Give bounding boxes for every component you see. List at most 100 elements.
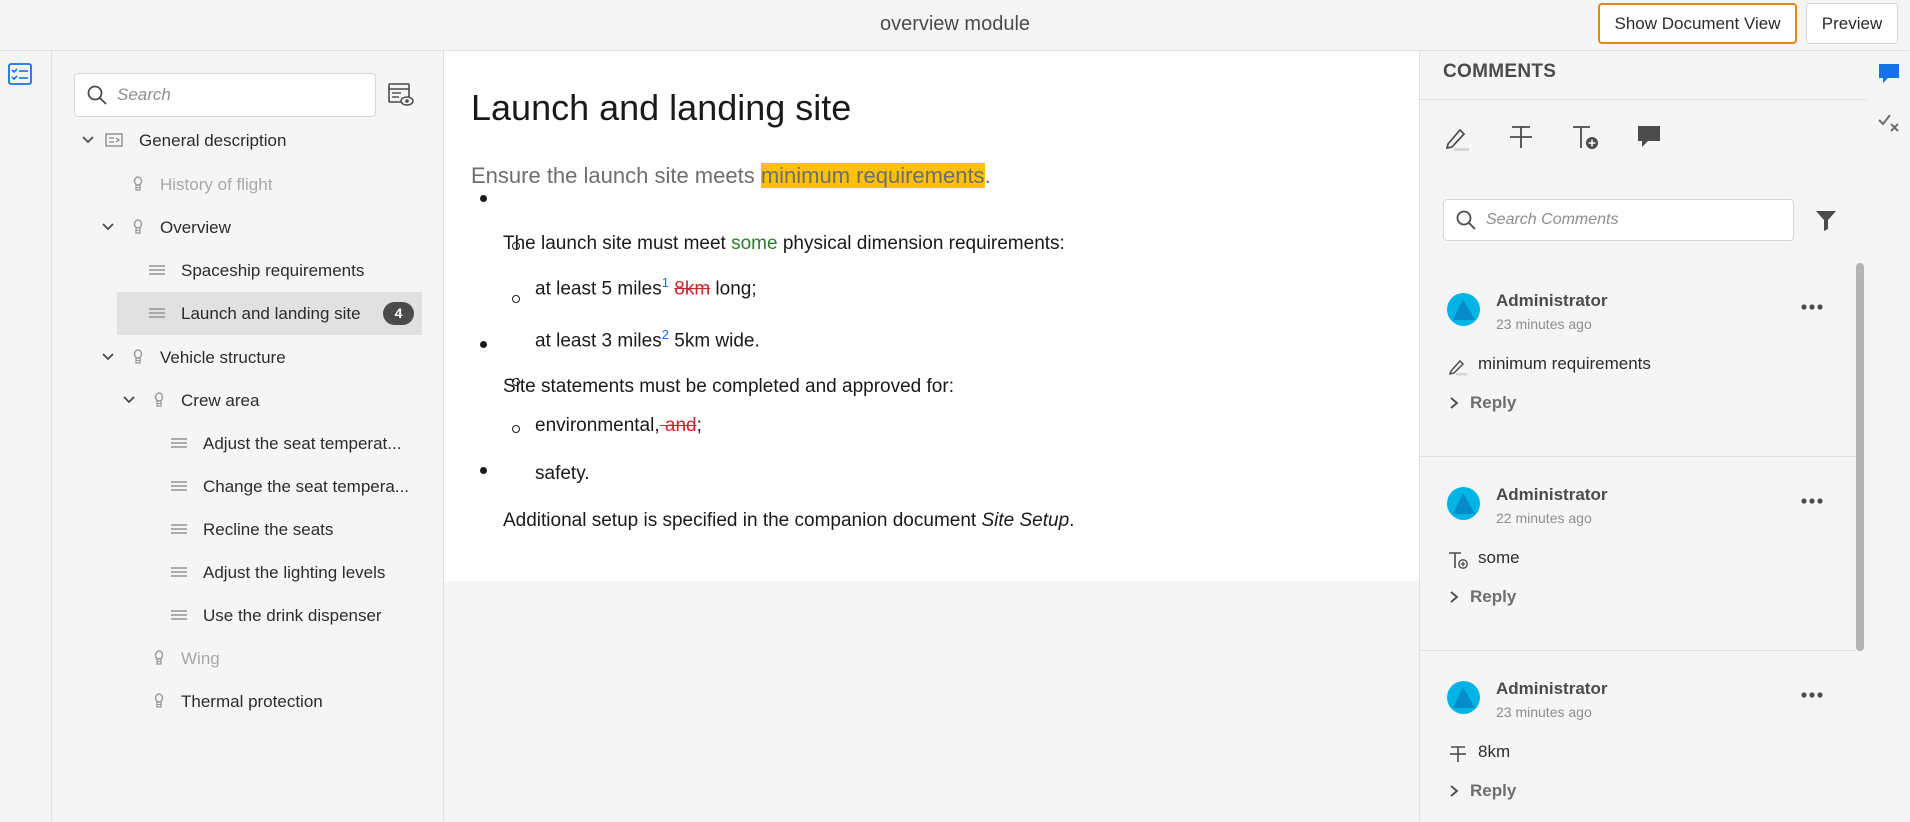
view-options-icon[interactable] bbox=[387, 81, 415, 109]
tree-item[interactable]: Use the drink dispenser bbox=[52, 594, 444, 637]
comment-card[interactable]: Administrator 22 minutes ago some Reply bbox=[1420, 457, 1856, 651]
comments-panel: COMMENTS Administrator 23 minutes ago mini… bbox=[1419, 51, 1867, 822]
text: long; bbox=[710, 278, 757, 300]
highlight-pen-icon bbox=[1448, 356, 1468, 376]
comment-bubble-icon[interactable] bbox=[1634, 122, 1664, 152]
comment-card[interactable]: Administrator 23 minutes ago 8km Reply bbox=[1420, 651, 1856, 822]
shortdesc-text: Ensure the launch site meets bbox=[471, 163, 761, 188]
highlighted-text[interactable]: minimum requirements bbox=[760, 163, 985, 188]
footnote-ref[interactable]: 1 bbox=[662, 275, 669, 290]
tree-search-box[interactable] bbox=[74, 73, 376, 117]
show-document-view-button[interactable]: Show Document View bbox=[1598, 3, 1797, 44]
sub-list-item[interactable]: safety. bbox=[535, 463, 590, 485]
tree-item-label: Crew area bbox=[181, 391, 260, 410]
comment-text: some bbox=[1478, 548, 1520, 567]
deleted-text[interactable]: and bbox=[660, 415, 697, 436]
tree-item-label: Vehicle structure bbox=[160, 348, 286, 367]
reply-toggle[interactable]: Reply bbox=[1448, 781, 1516, 801]
bulb-icon bbox=[129, 348, 147, 366]
bullet-dot bbox=[480, 467, 487, 474]
tree-item[interactable]: Overview bbox=[52, 206, 444, 249]
tree-item[interactable]: Launch and landing site 4 bbox=[117, 292, 422, 335]
text: . bbox=[1069, 510, 1075, 531]
reply-label: Reply bbox=[1470, 393, 1517, 412]
tree-item[interactable]: Vehicle structure bbox=[52, 336, 444, 379]
chevron-right-icon bbox=[1450, 397, 1459, 409]
tree-item[interactable]: Spaceship requirements bbox=[52, 249, 444, 292]
tree-item-label: Adjust the seat temperat... bbox=[203, 434, 402, 453]
inserted-text[interactable]: some bbox=[731, 233, 777, 254]
text: at least 5 miles bbox=[535, 278, 662, 300]
more-options-icon[interactable] bbox=[1799, 297, 1825, 317]
comments-search-box[interactable] bbox=[1443, 199, 1794, 241]
filter-icon[interactable] bbox=[1814, 208, 1838, 232]
comment-card[interactable]: Administrator 23 minutes ago minimum requi… bbox=[1420, 263, 1856, 457]
sub-list-item[interactable]: at least 5 miles1 8km long; bbox=[535, 275, 757, 300]
tree-item[interactable]: History of flight bbox=[52, 163, 444, 206]
editor-empty-area bbox=[444, 581, 1419, 822]
sub-bullet bbox=[512, 242, 520, 250]
bullet-dot bbox=[480, 341, 487, 348]
accept-reject-icon[interactable] bbox=[1877, 110, 1901, 134]
tree-item[interactable]: General description bbox=[52, 119, 444, 162]
tree-item[interactable]: Adjust the lighting levels bbox=[52, 551, 444, 594]
editor-canvas[interactable]: Launch and landing site Ensure the launc… bbox=[444, 51, 1419, 581]
left-rail bbox=[0, 51, 52, 822]
tree-item[interactable]: Crew area bbox=[52, 379, 444, 422]
insert-text-icon[interactable] bbox=[1570, 122, 1600, 152]
reply-toggle[interactable]: Reply bbox=[1448, 393, 1516, 413]
topic-tree-panel: General description History of flight Over… bbox=[52, 51, 444, 822]
text: at least 3 miles bbox=[535, 330, 662, 352]
tree-item-label: Spaceship requirements bbox=[181, 261, 365, 280]
tree-item-label: Thermal protection bbox=[181, 692, 323, 711]
chevron-down-icon[interactable] bbox=[100, 349, 116, 365]
comments-panel-icon[interactable] bbox=[1877, 62, 1901, 86]
reply-toggle[interactable]: Reply bbox=[1448, 587, 1516, 607]
preview-button[interactable]: Preview bbox=[1806, 3, 1898, 44]
bullet-dot bbox=[480, 195, 487, 202]
chevron-down-icon[interactable] bbox=[121, 392, 137, 408]
bulb-icon bbox=[150, 692, 168, 710]
checklist-icon[interactable] bbox=[8, 62, 32, 86]
italic-text: Site Setup bbox=[981, 510, 1070, 531]
reply-label: Reply bbox=[1470, 587, 1517, 606]
insert-text-icon bbox=[1448, 550, 1468, 570]
more-options-icon[interactable] bbox=[1799, 685, 1825, 705]
tree-item[interactable]: Thermal protection bbox=[52, 680, 444, 723]
list-item[interactable]: Site statements must be completed and ap… bbox=[503, 376, 954, 398]
topic-map-icon bbox=[105, 131, 123, 149]
tree-item[interactable]: Adjust the seat temperat... bbox=[52, 422, 444, 465]
deleted-text[interactable]: 8km bbox=[674, 278, 710, 299]
lines-icon bbox=[170, 606, 188, 624]
sub-bullet bbox=[512, 378, 520, 386]
sub-list-item[interactable]: at least 3 miles2 5km wide. bbox=[535, 327, 760, 352]
tree-item-label: General description bbox=[139, 131, 287, 150]
comment-text: 8km bbox=[1478, 742, 1511, 761]
chevron-down-icon[interactable] bbox=[100, 219, 116, 235]
chevron-down-icon[interactable] bbox=[80, 132, 96, 148]
tree-item-label: Change the seat tempera... bbox=[203, 477, 410, 496]
tree-item[interactable]: Change the seat tempera... bbox=[52, 465, 444, 508]
tree-item[interactable]: Wing bbox=[52, 637, 444, 680]
short-description[interactable]: Ensure the launch site meets minimum req… bbox=[471, 163, 991, 189]
divider bbox=[1420, 99, 1867, 100]
sub-list-item[interactable]: environmental, and; bbox=[535, 415, 702, 437]
comments-header: COMMENTS bbox=[1443, 61, 1557, 82]
topic-title[interactable]: Launch and landing site bbox=[471, 87, 851, 129]
chevron-right-icon bbox=[1450, 591, 1459, 603]
comment-count-badge: 4 bbox=[383, 302, 414, 325]
strikethrough-icon[interactable] bbox=[1506, 122, 1536, 152]
bulb-icon bbox=[150, 649, 168, 667]
comments-scrollbar[interactable] bbox=[1856, 263, 1864, 651]
search-icon bbox=[1456, 210, 1476, 230]
tree-item[interactable]: Recline the seats bbox=[52, 508, 444, 551]
reply-label: Reply bbox=[1470, 781, 1517, 800]
more-options-icon[interactable] bbox=[1799, 491, 1825, 511]
list-item[interactable]: The launch site must meet some physical … bbox=[503, 233, 1065, 255]
tree-search-input[interactable] bbox=[117, 85, 357, 105]
highlight-pen-icon[interactable] bbox=[1442, 122, 1472, 152]
comments-search-input[interactable] bbox=[1486, 211, 1776, 229]
list-item[interactable]: Additional setup is specified in the com… bbox=[503, 510, 1074, 532]
comment-text: minimum requirements bbox=[1478, 354, 1651, 373]
footnote-ref[interactable]: 2 bbox=[662, 327, 669, 342]
